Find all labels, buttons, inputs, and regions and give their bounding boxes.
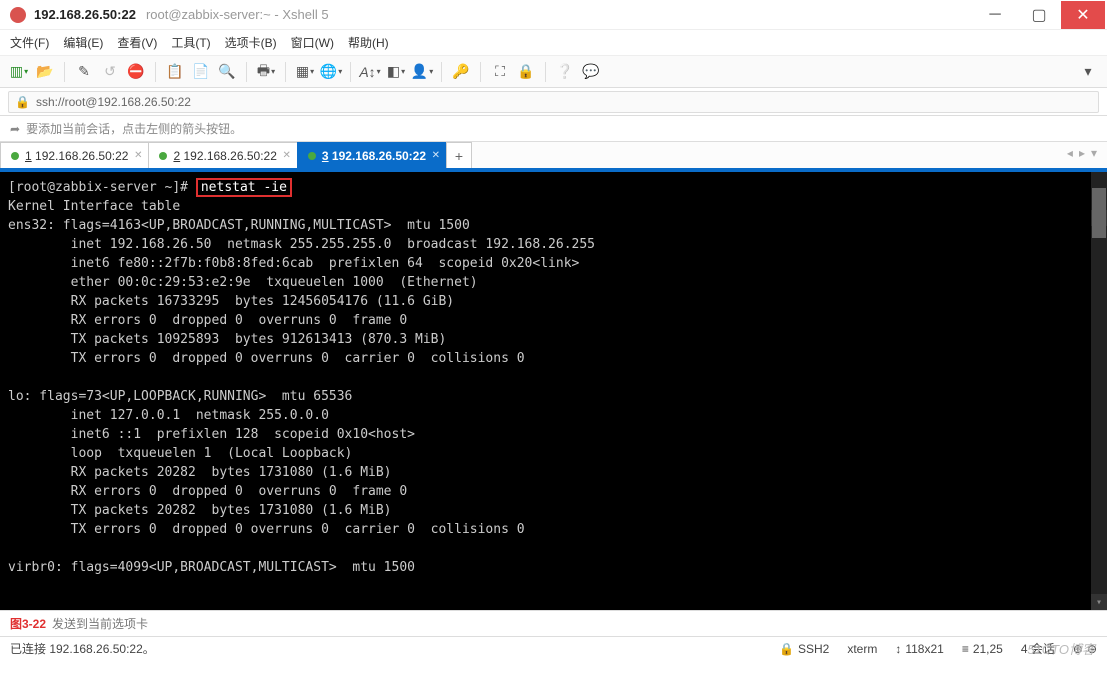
- close-icon[interactable]: ✕: [432, 150, 440, 161]
- window-minimize-button[interactable]: [973, 1, 1017, 29]
- window-title-main: 192.168.26.50:22: [34, 7, 136, 22]
- menu-edit[interactable]: 编辑(E): [63, 34, 103, 51]
- status-sessions: 4 会话: [1021, 640, 1055, 657]
- fullscreen-icon[interactable]: ⛶: [489, 61, 511, 83]
- figure-label: 图3-22: [10, 615, 46, 632]
- terminal[interactable]: [root@zabbix-server ~]# netstat -ie Kern…: [0, 172, 1107, 610]
- footer-hint: 图3-22 发送到当前选项卡: [0, 610, 1107, 636]
- status-termtype: xterm: [847, 642, 877, 656]
- ruler-icon: ≡: [962, 642, 969, 656]
- color-icon[interactable]: ◧▾: [385, 61, 407, 83]
- close-icon[interactable]: ✕: [283, 150, 291, 161]
- window-maximize-button[interactable]: [1017, 1, 1061, 29]
- send-hint: 发送到当前选项卡: [52, 615, 148, 632]
- address-field[interactable]: 🔒 ssh://root@192.168.26.50:22: [8, 91, 1099, 113]
- find-icon[interactable]: 🔍: [216, 61, 238, 83]
- status-dot-icon: [11, 152, 19, 160]
- menu-tools[interactable]: 工具(T): [171, 34, 210, 51]
- terminal-prompt: [root@zabbix-server ~]#: [8, 180, 196, 195]
- terminal-output: Kernel Interface table ens32: flags=4163…: [8, 199, 595, 575]
- status-proto: SSH2: [798, 642, 829, 656]
- updown-icon: ↕: [895, 642, 901, 656]
- statusbar: 已连接 192.168.26.50:22。 🔒 SSH2 xterm ↕ 118x2…: [0, 636, 1107, 660]
- add-tab-button[interactable]: +: [446, 142, 472, 168]
- globe-icon[interactable]: 🌐▾: [320, 61, 342, 83]
- status-cursor: 21,25: [973, 642, 1003, 656]
- session-tab-1[interactable]: 1 192.168.26.50:22 ✕: [0, 142, 149, 168]
- menu-help[interactable]: 帮助(H): [348, 34, 389, 51]
- font-icon[interactable]: A↕▾: [359, 61, 381, 83]
- menu-tabs[interactable]: 选项卡(B): [225, 34, 277, 51]
- copy-icon[interactable]: 📋: [164, 61, 186, 83]
- edit-icon[interactable]: ✎: [73, 61, 95, 83]
- window-title-sub: root@zabbix-server:~ - Xshell 5: [146, 7, 329, 22]
- open-icon[interactable]: 📂: [34, 61, 56, 83]
- titlebar: 192.168.26.50:22 root@zabbix-server:~ - …: [0, 0, 1107, 30]
- lock-small-icon: 🔒: [779, 642, 794, 656]
- lock-icon[interactable]: 🔒: [515, 61, 537, 83]
- help-icon[interactable]: ❔: [554, 61, 576, 83]
- window-close-button[interactable]: [1061, 1, 1105, 29]
- print-icon[interactable]: 🖶▾: [255, 61, 277, 83]
- status-size: 118x21: [905, 642, 943, 656]
- terminal-command-highlight: netstat -ie: [196, 178, 292, 197]
- scroll-down-icon[interactable]: ▾: [1091, 594, 1107, 610]
- paste-icon[interactable]: 📄: [190, 61, 212, 83]
- session-tab-3[interactable]: 3 192.168.26.50:22 ✕: [297, 142, 447, 168]
- menu-file[interactable]: 文件(F): [10, 34, 49, 51]
- tabs-prev-icon[interactable]: ◂: [1067, 146, 1073, 160]
- reconnect-icon[interactable]: ↺: [99, 61, 121, 83]
- app-icon: [10, 7, 26, 23]
- close-icon[interactable]: ✕: [134, 150, 142, 161]
- session-tabs: 1 192.168.26.50:22 ✕ 2 192.168.26.50:22 …: [0, 142, 1107, 168]
- hint-text: 要添加当前会话，点击左侧的箭头按钮。: [26, 120, 242, 137]
- disconnect-icon[interactable]: ⛔: [125, 61, 147, 83]
- address-url: ssh://root@192.168.26.50:22: [36, 95, 191, 109]
- key-icon[interactable]: 🔑: [450, 61, 472, 83]
- scroll-thumb[interactable]: [1092, 188, 1106, 238]
- status-plus-icon[interactable]: ⊕: [1073, 642, 1083, 656]
- tabs-next-icon[interactable]: ▸: [1079, 146, 1085, 160]
- status-minus-icon[interactable]: ⊖: [1087, 642, 1097, 656]
- chat-icon[interactable]: 💬: [580, 61, 602, 83]
- menu-window[interactable]: 窗口(W): [291, 34, 334, 51]
- terminal-scrollbar[interactable]: ▴ ▾: [1091, 172, 1107, 610]
- new-session-icon[interactable]: ▥▾: [8, 61, 30, 83]
- ssh-lock-icon: 🔒: [15, 95, 30, 109]
- session-tab-2[interactable]: 2 192.168.26.50:22 ✕: [148, 142, 297, 168]
- hintbar: ➦ 要添加当前会话，点击左侧的箭头按钮。: [0, 116, 1107, 142]
- status-dot-icon: [159, 152, 167, 160]
- status-dot-icon: [308, 152, 316, 160]
- toolbar-overflow-icon[interactable]: ▾: [1077, 61, 1099, 83]
- addressbar: 🔒 ssh://root@192.168.26.50:22: [0, 88, 1107, 116]
- add-session-arrow-icon[interactable]: ➦: [10, 122, 20, 136]
- menubar: 文件(F) 编辑(E) 查看(V) 工具(T) 选项卡(B) 窗口(W) 帮助(…: [0, 30, 1107, 56]
- toolbar: ▥▾ 📂 ✎ ↺ ⛔ 📋 📄 🔍 🖶▾ ▦▾ 🌐▾ A↕▾ ◧▾ 👤▾ 🔑 ⛶ …: [0, 56, 1107, 88]
- menu-view[interactable]: 查看(V): [117, 34, 157, 51]
- users-icon[interactable]: 👤▾: [411, 61, 433, 83]
- properties-icon[interactable]: ▦▾: [294, 61, 316, 83]
- tabs-menu-icon[interactable]: ▾: [1091, 146, 1097, 160]
- status-connection: 已连接 192.168.26.50:22。: [10, 640, 155, 657]
